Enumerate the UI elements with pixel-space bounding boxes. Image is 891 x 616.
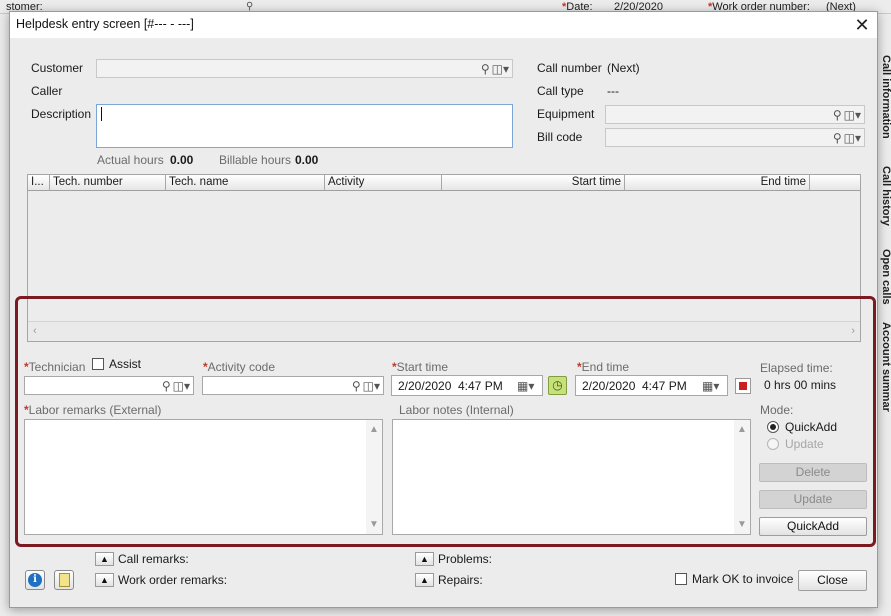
update-button[interactable]: Update [759,490,867,509]
grid-col-end-time[interactable]: End time [625,175,810,191]
repairs-expand-button[interactable]: ▲ [415,573,434,587]
actual-hours-value: 0.00 [170,153,194,167]
activity-code-field[interactable]: ⚲ ◫▾ [202,376,384,395]
call-number-value: (Next) [607,61,640,75]
end-time-value: 4:47 PM [642,379,687,393]
calendar-icon[interactable]: ▦▾ [702,379,719,393]
grid-col-activity[interactable]: Activity [325,175,442,191]
grid-header: I... Tech. number Tech. name Activity St… [28,175,860,191]
description-label: Description [31,107,92,121]
magnifier-icon[interactable]: ⚲ [833,131,842,145]
labor-remarks-label-text: Labor remarks (External) [28,403,162,417]
elapsed-time-label: Elapsed time: [760,361,833,375]
clear-time-icon [739,382,747,390]
call-type-value: --- [607,84,619,98]
grid-col-start-time[interactable]: Start time [442,175,625,191]
labor-notes-scrollbar[interactable]: ▲ ▼ [734,420,750,534]
equipment-field[interactable]: ⚲ ◫▾ [605,105,865,124]
end-time-label: *End time [577,360,630,374]
labor-notes-label: Labor notes (Internal) [399,403,514,417]
clock-icon[interactable]: ◷ [548,376,567,395]
actual-hours-label: Actual hours [97,153,164,167]
customer-field[interactable]: ⚲ ◫▾ [96,59,513,78]
caller-label: Caller [31,84,63,98]
bill-code-field[interactable]: ⚲ ◫▾ [605,128,865,147]
quickadd-button[interactable]: QuickAdd [759,517,867,536]
end-time-label-text: End time [581,360,630,374]
mark-ok-to-invoice-checkbox[interactable] [675,573,687,585]
dialog-titlebar: Helpdesk entry screen [#--- - ---] ✕ [10,12,877,38]
close-button[interactable]: Close [798,570,867,591]
billable-hours-value: 0.00 [295,153,319,167]
info-icon: i [28,573,42,587]
start-time-value: 4:47 PM [458,379,503,393]
labor-remarks-scrollbar[interactable]: ▲ ▼ [366,420,382,534]
activity-code-label: *Activity code [203,360,276,374]
info-button[interactable]: i [25,570,45,590]
start-time-label-text: Start time [396,360,449,374]
scroll-up-icon[interactable]: ▲ [737,424,747,435]
dropdown-arrow-icon[interactable]: ◫▾ [844,108,861,122]
assist-label: Assist [109,357,142,371]
mark-ok-to-invoice-label: Mark OK to invoice [692,572,794,586]
magnifier-icon[interactable]: ⚲ [481,62,490,76]
mode-quickadd-radio[interactable] [767,421,779,433]
labor-notes-textarea[interactable]: ▲ ▼ [392,419,751,535]
equipment-label: Equipment [537,107,595,121]
mode-label: Mode: [760,403,794,417]
start-date-value: 2/20/2020 [398,379,452,393]
helpdesk-entry-dialog: Helpdesk entry screen [#--- - ---] ✕ Cus… [9,11,878,608]
start-time-label: *Start time [392,360,449,374]
start-time-picker[interactable]: 2/20/2020 4:47 PM ▦▾ [391,375,543,396]
technician-field[interactable]: ⚲ ◫▾ [24,376,194,395]
magnifier-icon[interactable]: ⚲ [833,108,842,122]
labor-remarks-textarea[interactable]: ▲ ▼ [24,419,383,535]
customer-label: Customer [31,61,84,75]
end-date-value: 2/20/2020 [582,379,636,393]
assist-checkbox[interactable] [92,358,104,370]
close-icon[interactable]: ✕ [851,14,873,36]
dropdown-arrow-icon[interactable]: ◫▾ [492,62,509,76]
call-remarks-expand-button[interactable]: ▲ [95,552,114,566]
clear-time-button[interactable] [735,378,751,394]
magnifier-icon[interactable]: ⚲ [352,379,361,393]
technician-label: *Technician [24,360,86,374]
call-type-label: Call type [537,84,584,98]
mode-update-radio[interactable] [767,438,779,450]
notes-button[interactable] [54,570,74,590]
billable-hours-label: Billable hours [219,153,292,167]
work-order-remarks-label: Work order remarks: [118,573,228,587]
technician-label-text: Technician [28,360,86,374]
notes-icon [59,573,70,587]
scroll-down-icon[interactable]: ▼ [737,519,747,530]
problems-label: Problems: [438,552,493,566]
labor-remarks-label: *Labor remarks (External) [24,403,162,417]
call-number-label: Call number [537,61,602,75]
grid-col-indicator[interactable]: I... [28,175,50,191]
dropdown-arrow-icon[interactable]: ◫▾ [844,131,861,145]
description-textbox[interactable] [96,104,513,148]
calendar-icon[interactable]: ▦▾ [517,379,534,393]
grid-col-tech-number[interactable]: Tech. number [50,175,166,191]
problems-expand-button[interactable]: ▲ [415,552,434,566]
mode-update-label: Update [785,437,824,451]
scroll-up-icon[interactable]: ▲ [369,424,379,435]
grid-col-tech-name[interactable]: Tech. name [166,175,325,191]
repairs-label: Repairs: [438,573,483,587]
dropdown-arrow-icon[interactable]: ◫▾ [363,379,380,393]
magnifier-icon[interactable]: ⚲ [162,379,171,393]
end-time-picker[interactable]: 2/20/2020 4:47 PM ▦▾ [575,375,728,396]
elapsed-time-value: 0 hrs 00 mins [764,378,837,392]
dropdown-arrow-icon[interactable]: ◫▾ [173,379,190,393]
delete-button[interactable]: Delete [759,463,867,482]
call-remarks-label: Call remarks: [118,552,189,566]
mode-quickadd-label: QuickAdd [785,420,838,434]
text-cursor [101,107,102,121]
scroll-down-icon[interactable]: ▼ [369,519,379,530]
bill-code-label: Bill code [537,130,583,144]
activity-code-label-text: Activity code [207,360,276,374]
dialog-title: Helpdesk entry screen [#--- - ---] [16,17,194,31]
work-order-remarks-expand-button[interactable]: ▲ [95,573,114,587]
